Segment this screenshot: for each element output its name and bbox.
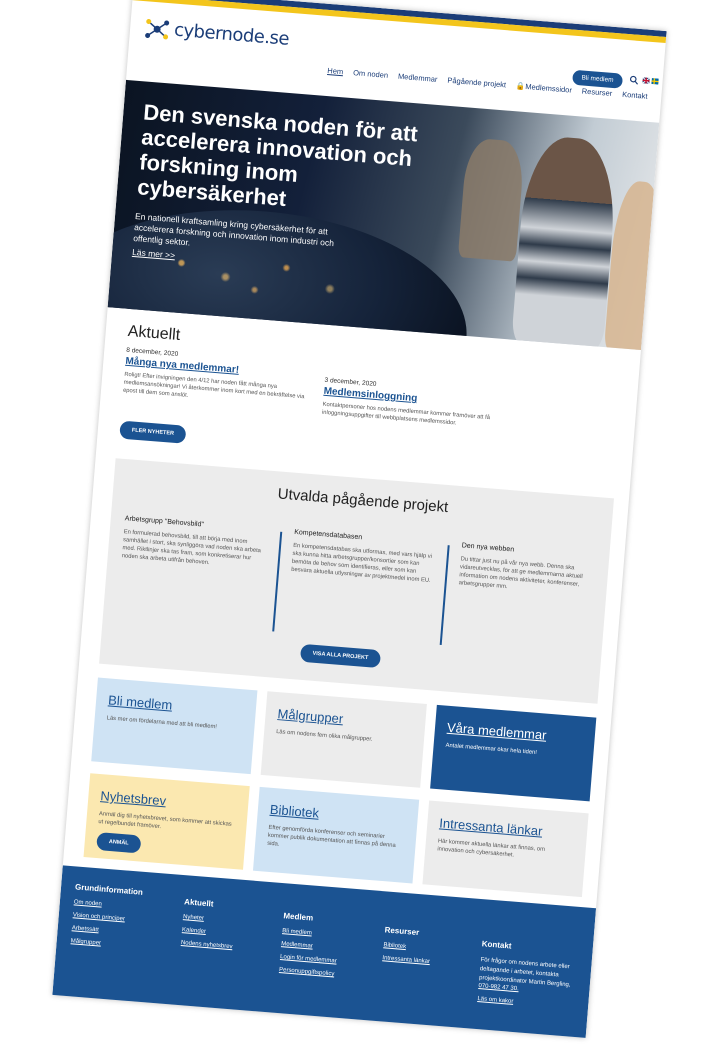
news-item: 3 december, 2020 Medlemsinloggning Konta… bbox=[322, 377, 515, 432]
project-text: Du tittar just nu på vår nya webb. Denna… bbox=[458, 556, 583, 591]
footer-link[interactable]: Arbetssätt bbox=[72, 925, 177, 939]
tile-title: Intressanta länkar bbox=[438, 815, 544, 839]
project-card: Kompetensdatabasen En kompetensdatabas s… bbox=[291, 529, 434, 585]
nav-item-contact[interactable]: Kontakt bbox=[622, 90, 648, 101]
footer-column-title: Aktuellt bbox=[183, 897, 214, 909]
footer-column: Grundinformation Om noden Vision och pri… bbox=[70, 882, 180, 959]
nav-item-about[interactable]: Om noden bbox=[353, 68, 389, 80]
tile-our-members[interactable]: Våra medlemmar Antalet medlemmar ökar he… bbox=[430, 704, 597, 802]
tile-title: Bli medlem bbox=[107, 692, 173, 713]
footer-link[interactable]: Bli medlem bbox=[282, 928, 387, 942]
project-divider bbox=[439, 545, 450, 646]
tile-target-groups[interactable]: Målgrupper Läs om nodens fem olika målgr… bbox=[260, 691, 427, 788]
featured-projects-section: Utvalda pågående projekt Arbetsgrupp "Be… bbox=[99, 458, 614, 704]
footer-cookies-link[interactable]: Läs om kakor bbox=[477, 996, 582, 1010]
tile-title: Våra medlemmar bbox=[446, 719, 548, 743]
footer-link[interactable]: Nyheter bbox=[183, 914, 288, 928]
footer-link[interactable]: Nodens nyhetsbrev bbox=[181, 940, 286, 954]
tile-become-member[interactable]: Bli medlem Läs mer om fördelarna med att… bbox=[91, 677, 258, 775]
search-icon[interactable] bbox=[629, 75, 639, 85]
nav-item-member-pages[interactable]: 🔒Medlemssidor bbox=[516, 81, 573, 94]
tile-text: Läs mer om fördelarna med att bli medlem… bbox=[106, 715, 218, 731]
show-all-projects-button[interactable]: VISA ALLA PROJEKT bbox=[299, 643, 381, 669]
footer-contact: Kontakt För frågor om nodens arbete elle… bbox=[477, 939, 587, 1017]
project-divider bbox=[272, 531, 283, 632]
nav-item-projects[interactable]: Pågående projekt bbox=[447, 76, 506, 90]
nav-item-home[interactable]: Hem bbox=[327, 66, 344, 76]
tile-title: Målgrupper bbox=[277, 706, 344, 727]
footer-link[interactable]: Kalender bbox=[182, 927, 287, 941]
site-name: cybernode.se bbox=[173, 19, 290, 50]
language-flags bbox=[642, 77, 659, 85]
tile-text: Efter genomförda konferenser och seminar… bbox=[266, 824, 396, 849]
nav-item-resources[interactable]: Resurser bbox=[581, 86, 612, 97]
hero-banner: Den svenska noden för att accelerera inn… bbox=[107, 79, 660, 351]
footer-column: Aktuellt Nyheter Kalender Nodens nyhetsb… bbox=[180, 897, 289, 961]
footer-column: Medlem Bli medlem Medlemmar Login för me… bbox=[278, 911, 388, 988]
tile-title: Bibliotek bbox=[269, 801, 320, 821]
tile-text: Här kommer aktuella länkar att finnas, o… bbox=[437, 838, 546, 859]
nav-item-members[interactable]: Medlemmar bbox=[398, 72, 438, 84]
footer-link[interactable]: Vision och principer bbox=[73, 912, 178, 926]
hero-title: Den svenska noden för att accelerera inn… bbox=[136, 99, 419, 212]
site-logo[interactable]: cybernode.se bbox=[143, 17, 290, 50]
swedish-flag-icon[interactable] bbox=[651, 78, 659, 85]
footer-column-title: Grundinformation bbox=[74, 882, 144, 897]
footer-link[interactable]: Medlemmar bbox=[281, 941, 386, 955]
footer-link[interactable]: Intressanta länkar bbox=[382, 955, 487, 969]
footer-link[interactable]: Målgrupper bbox=[70, 938, 175, 952]
project-text: En formulerad behovsbild, till att börja… bbox=[121, 529, 262, 567]
footer-link[interactable]: Bibliotek bbox=[383, 942, 488, 956]
footer-link[interactable]: Om noden bbox=[74, 899, 179, 913]
node-network-icon bbox=[145, 18, 170, 39]
news-section-title: Aktuellt bbox=[127, 322, 181, 345]
nav-item-member-pages-label: Medlemssidor bbox=[524, 81, 573, 95]
footer-column-title: Resurser bbox=[384, 925, 420, 938]
project-card: Den nya webben Du tittar just nu på vår … bbox=[458, 542, 601, 598]
footer-contact-title: Kontakt bbox=[481, 939, 512, 951]
news-item: 8 december, 2020 Många nya medlemmar! Ro… bbox=[123, 347, 316, 410]
hero-person-glasses bbox=[511, 134, 620, 351]
tile-interesting-links[interactable]: Intressanta länkar Här kommer aktuella l… bbox=[422, 800, 589, 898]
newsletter-signup-button[interactable]: ANMÄL bbox=[96, 832, 142, 854]
screenshot-stage: cybernode.se Bli medlem Hem Om noden Med… bbox=[0, 0, 717, 1060]
project-text: En kompetensdatabas ska utformas, med va… bbox=[290, 542, 433, 584]
more-news-button[interactable]: FLER NYHETER bbox=[119, 420, 187, 444]
hero-person-background bbox=[457, 137, 526, 262]
tile-library[interactable]: Bibliotek Efter genomförda konferenser o… bbox=[252, 786, 420, 884]
tile-text: Läs om nodens fem olika målgrupper. bbox=[275, 729, 373, 743]
tile-newsletter[interactable]: Nyhetsbrev Anmäl dig till nyhetsbrevet, … bbox=[83, 773, 250, 870]
footer-link[interactable]: Login för medlemmar bbox=[280, 954, 385, 968]
uk-flag-icon[interactable] bbox=[642, 77, 650, 84]
webpage: cybernode.se Bli medlem Hem Om noden Med… bbox=[52, 0, 667, 1038]
project-card: Arbetsgrupp "Behovsbild" En formulerad b… bbox=[121, 515, 264, 571]
footer-link[interactable]: Personuppgiftspolicy bbox=[279, 967, 384, 981]
footer-column: Resurser Bibliotek Intressanta länkar bbox=[382, 925, 490, 976]
tile-title: Nyhetsbrev bbox=[99, 788, 167, 809]
footer-column-title: Medlem bbox=[283, 911, 314, 923]
tile-text: Antalet medlemmar ökar hela tiden! bbox=[445, 742, 538, 756]
